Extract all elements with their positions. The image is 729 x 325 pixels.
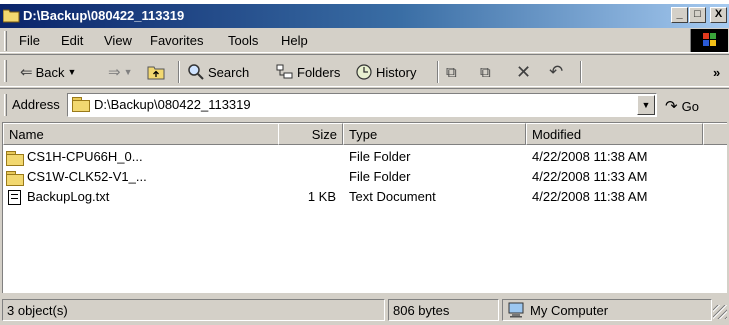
toolbar-grip[interactable] — [4, 60, 7, 82]
my-computer-icon — [508, 302, 524, 318]
item-modified: 4/22/2008 11:38 AM — [532, 149, 648, 164]
menu-help[interactable]: Help — [281, 33, 308, 48]
resize-grip[interactable] — [713, 305, 727, 319]
minimize-button[interactable]: _ — [671, 7, 688, 23]
item-type: File Folder — [349, 149, 411, 164]
item-modified: 4/22/2008 11:38 AM — [532, 189, 648, 204]
back-label: Back — [35, 64, 65, 80]
address-input[interactable]: D:\Backup\080422_113319 ▼ — [67, 93, 657, 117]
explorer-window: D:\Backup\080422_113319 _ □ X File Edit … — [0, 4, 729, 325]
column-header-size[interactable]: Size — [278, 123, 343, 145]
list-item[interactable]: CS1H-CPU66H_0... File Folder 4/22/2008 1… — [3, 148, 727, 167]
forward-button[interactable]: ⇒ ▼ — [108, 62, 133, 82]
delete-icon: ✕ — [516, 61, 532, 82]
item-type: Text Document — [349, 189, 436, 204]
maximize-button[interactable]: □ — [689, 7, 706, 23]
go-arrow-icon: ↷ — [665, 98, 678, 115]
dropdown-arrow-icon[interactable]: ▼ — [124, 67, 133, 77]
menu-view[interactable]: View — [104, 33, 132, 48]
list-item[interactable]: CS1W-CLK52-V1_... File Folder 4/22/2008 … — [3, 168, 727, 187]
search-button[interactable]: Search — [187, 62, 249, 82]
status-location: My Computer — [530, 302, 609, 318]
address-grip[interactable] — [4, 94, 7, 116]
folders-button[interactable]: Folders — [276, 62, 340, 82]
item-type: File Folder — [349, 169, 411, 184]
item-modified: 4/22/2008 11:33 AM — [532, 169, 648, 184]
status-zone: My Computer — [502, 299, 712, 321]
up-folder-button[interactable] — [147, 62, 165, 82]
status-bar: 3 object(s) 806 bytes My Computer — [0, 295, 729, 325]
folder-icon — [6, 149, 24, 166]
move-to-button[interactable]: ⧉ — [446, 62, 457, 82]
up-folder-icon — [147, 66, 165, 80]
copy-to-icon: ⧉ — [480, 63, 491, 81]
item-name: CS1W-CLK52-V1_... — [27, 169, 147, 184]
item-size: 1 KB — [307, 189, 336, 204]
back-arrow-icon: ⇐ — [20, 64, 33, 81]
back-button[interactable]: ⇐ Back ▼ — [20, 62, 76, 82]
file-list[interactable]: Name Size Type Modified CS1H-CPU66H_0...… — [2, 122, 727, 293]
column-header-type[interactable]: Type — [343, 123, 526, 145]
toolbar-separator — [437, 61, 439, 83]
menu-edit[interactable]: Edit — [61, 33, 83, 48]
copy-to-button[interactable]: ⧉ — [480, 62, 491, 82]
delete-button[interactable]: ✕ — [516, 62, 531, 82]
toolbar-separator — [178, 61, 180, 83]
undo-icon: ↶ — [549, 62, 564, 81]
go-button[interactable]: ↷ Go — [665, 97, 699, 115]
search-icon — [188, 64, 204, 80]
windows-logo-icon — [690, 29, 728, 52]
history-label: History — [376, 64, 417, 80]
address-bar: Address D:\Backup\080422_113319 ▼ ↷ Go — [0, 88, 729, 120]
undo-button[interactable]: ↶ — [549, 62, 563, 82]
toolbar-separator — [580, 61, 582, 83]
menu-favorites[interactable]: Favorites — [150, 33, 203, 48]
text-document-icon — [8, 189, 21, 206]
title-bar[interactable]: D:\Backup\080422_113319 _ □ X — [0, 4, 729, 28]
address-dropdown-button[interactable]: ▼ — [637, 95, 655, 115]
address-label: Address — [12, 97, 60, 112]
column-header-filler — [703, 123, 727, 145]
folder-icon — [3, 9, 20, 23]
folder-icon — [72, 97, 90, 112]
status-size: 806 bytes — [388, 299, 499, 321]
window-title: D:\Backup\080422_113319 — [23, 8, 185, 23]
history-icon — [356, 64, 372, 80]
menu-grip[interactable] — [4, 31, 7, 51]
standard-toolbar: ⇐ Back ▼ ⇒ ▼ Search Folders History ⧉ ⧉ … — [0, 54, 729, 87]
toolbar-overflow-button[interactable]: » — [713, 62, 720, 82]
menu-bar: File Edit View Favorites Tools Help — [0, 28, 729, 53]
folders-icon — [276, 64, 293, 79]
history-button[interactable]: History — [355, 62, 416, 82]
list-item[interactable]: BackupLog.txt 1 KB Text Document 4/22/20… — [3, 188, 727, 207]
folders-label: Folders — [297, 64, 341, 80]
close-button[interactable]: X — [710, 7, 727, 23]
item-name: CS1H-CPU66H_0... — [27, 149, 143, 164]
column-header-modified[interactable]: Modified — [526, 123, 703, 145]
move-to-icon: ⧉ — [446, 63, 457, 81]
search-label: Search — [208, 64, 250, 80]
item-name: BackupLog.txt — [27, 189, 110, 204]
dropdown-arrow-icon[interactable]: ▼ — [67, 67, 76, 77]
menu-file[interactable]: File — [19, 33, 40, 48]
forward-arrow-icon: ⇒ — [108, 64, 121, 81]
status-object-count: 3 object(s) — [2, 299, 385, 321]
menu-tools[interactable]: Tools — [228, 33, 258, 48]
go-label: Go — [681, 98, 699, 114]
address-value: D:\Backup\080422_113319 — [94, 97, 251, 112]
folder-icon — [6, 169, 24, 186]
